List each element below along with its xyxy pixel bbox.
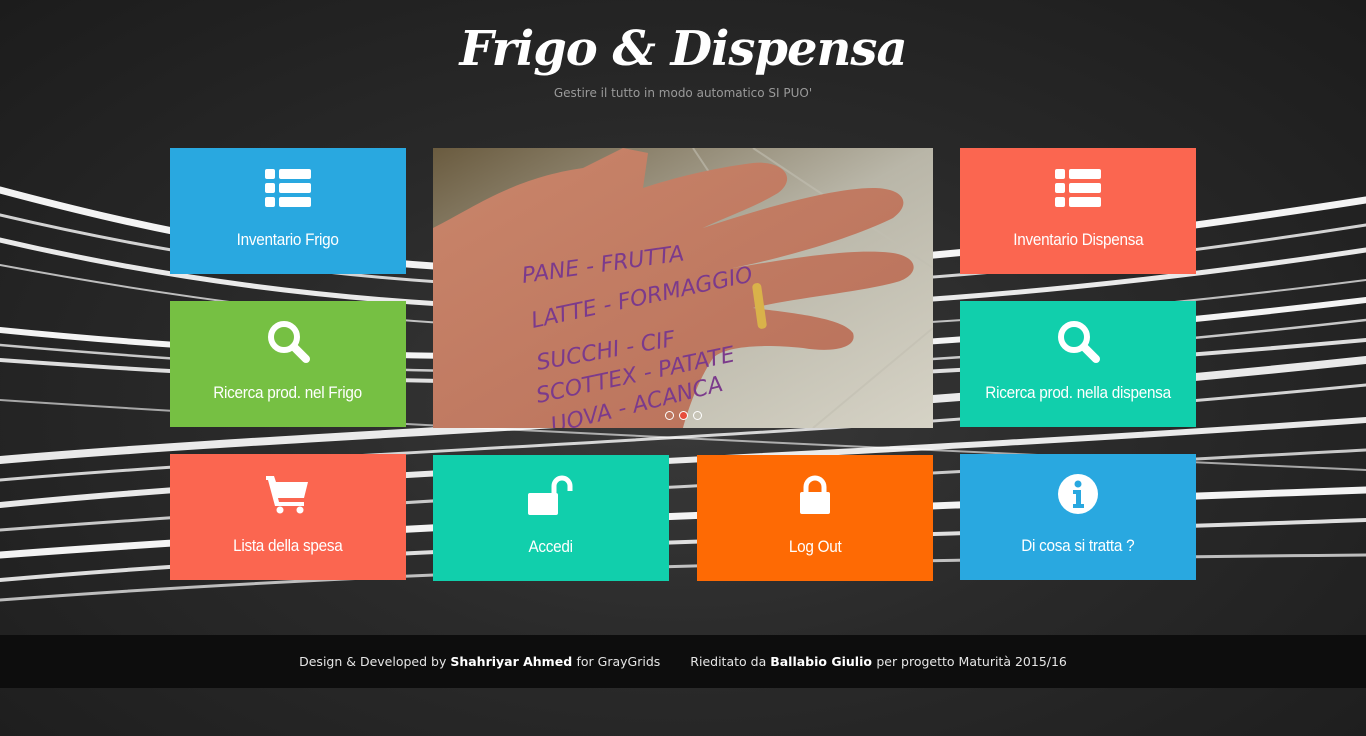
slider-pagination [433,411,933,420]
tile-inventario-dispensa[interactable]: Inventario Dispensa [960,148,1196,274]
tile-label: Log Out [788,537,842,556]
footer-text: for GrayGrids [576,654,661,669]
site-title: Frigo & Dispensa [459,21,907,77]
tile-label: Lista della spesa [233,536,343,555]
tile-ricerca-frigo[interactable]: Ricerca prod. nel Frigo [170,301,406,427]
hand-with-shopping-list-photo: PANE - FRUTTA LATTE - FORMAGGIO SUCCHI -… [433,148,933,428]
slider-dot[interactable] [692,411,702,420]
footer-credit-design: Design & Developed by Shahriyar Ahmed fo… [299,654,660,669]
search-icon [1056,319,1100,363]
image-slider[interactable]: PANE - FRUTTA LATTE - FORMAGGIO SUCCHI -… [433,148,933,428]
slider-dot[interactable] [664,411,674,420]
footer-text: Design & Developed by [299,654,451,669]
site-subtitle: Gestire il tutto in modo automatico SI P… [553,86,813,100]
tile-label: Inventario Dispensa [1012,230,1144,249]
footer-credit-edit: Rieditato da Ballabio Giulio per progett… [690,654,1067,669]
footer-text: per progetto Maturità 2015/16 [876,654,1067,669]
tile-label: Inventario Frigo [237,230,339,249]
tile-accedi[interactable]: Accedi [433,455,669,581]
tile-logout[interactable]: Log Out [697,455,933,581]
tile-label: Ricerca prod. nel Frigo [213,383,363,402]
list-icon [1055,166,1101,210]
cart-icon [266,472,310,516]
tile-ricerca-dispensa[interactable]: Ricerca prod. nella dispensa [960,301,1196,427]
footer-author[interactable]: Shahriyar Ahmed [450,654,576,669]
info-icon [1057,472,1099,516]
footer-text: Rieditato da [690,654,771,669]
tile-label: Di cosa si tratta ? [1021,536,1135,555]
tile-lista-spesa[interactable]: Lista della spesa [170,454,406,580]
footer-author: Ballabio Giulio [770,654,877,669]
tile-label: Ricerca prod. nella dispensa [985,383,1171,402]
search-icon [266,319,310,363]
unlock-icon [528,473,574,517]
slider-dot-active[interactable] [678,411,688,420]
lock-icon [798,473,832,517]
list-icon [265,166,311,210]
footer: Design & Developed by Shahriyar Ahmed fo… [0,635,1366,688]
tile-label: Accedi [528,537,574,556]
header: Frigo & Dispensa Gestire il tutto in mod… [0,18,1366,100]
tile-info[interactable]: Di cosa si tratta ? [960,454,1196,580]
tile-inventario-frigo[interactable]: Inventario Frigo [170,148,406,274]
